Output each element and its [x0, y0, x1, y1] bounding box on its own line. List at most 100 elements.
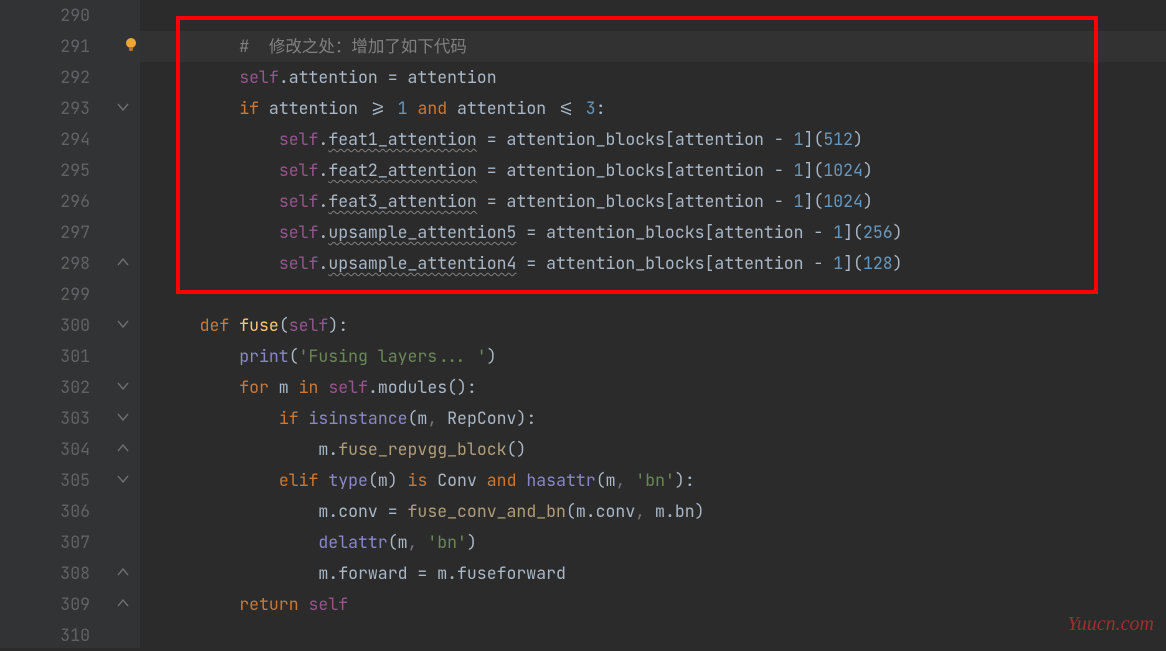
token: = attention_blocks[attention -	[477, 128, 794, 150]
token-keyword: return	[239, 593, 298, 615]
code-area[interactable]: # 修改之处：增加了如下代码 self.attention = attentio…	[140, 0, 1166, 648]
token-self: self	[279, 190, 319, 212]
line-number: 291	[0, 31, 90, 62]
token: .modules():	[368, 376, 477, 398]
token	[299, 593, 309, 615]
token: .	[318, 128, 328, 150]
code-line[interactable]: if attention >= 1 and attention <= 3:	[140, 93, 1166, 124]
token: >=	[368, 97, 388, 119]
token: = attention_blocks[attention -	[516, 221, 833, 243]
code-line[interactable]: elif type(m) is Conv and hasattr(m, 'bn'…	[140, 465, 1166, 496]
code-line[interactable]: m.fuse_repvgg_block()	[140, 434, 1166, 465]
token: (	[279, 314, 289, 336]
line-number: 309	[0, 589, 90, 620]
token: )	[863, 190, 873, 212]
token	[229, 314, 239, 336]
token: :	[596, 97, 606, 119]
line-number: 294	[0, 124, 90, 155]
line-number: 297	[0, 217, 90, 248]
token-funcname: fuse	[239, 314, 279, 336]
token: )	[893, 252, 903, 274]
token: ](	[804, 190, 824, 212]
fold-open-icon[interactable]	[116, 472, 130, 486]
code-editor[interactable]: 290 291 292 293 294 295 296 297 298 299 …	[0, 0, 1166, 648]
code-line[interactable]: print('Fusing layers... ')	[140, 341, 1166, 372]
token: ](	[843, 221, 863, 243]
code-line[interactable]: self.attention = attention	[140, 62, 1166, 93]
token: (m	[408, 407, 428, 429]
token: (m.conv	[566, 500, 635, 522]
token-attr: upsample_attention4	[328, 252, 516, 274]
lightbulb-icon[interactable]	[122, 36, 140, 54]
code-line[interactable]: if isinstance(m, RepConv):	[140, 403, 1166, 434]
code-line[interactable]: self.upsample_attention5 = attention_blo…	[140, 217, 1166, 248]
token-keyword: elif	[279, 469, 319, 491]
token: ):	[328, 314, 348, 336]
token: (	[289, 345, 299, 367]
token	[388, 97, 398, 119]
token-self: self	[279, 221, 319, 243]
line-number: 304	[0, 434, 90, 465]
code-line[interactable]	[140, 620, 1166, 651]
line-number: 300	[0, 310, 90, 341]
fold-open-icon[interactable]	[116, 379, 130, 393]
token: (m	[388, 531, 408, 553]
token-keyword: is	[408, 469, 428, 491]
token: = attention_blocks[attention -	[477, 190, 794, 212]
fold-open-icon[interactable]	[116, 100, 130, 114]
code-line[interactable]: # 修改之处：增加了如下代码	[140, 31, 1166, 62]
fold-close-icon[interactable]	[116, 255, 130, 269]
token-attr: feat3_attention	[328, 190, 477, 212]
token-attr: upsample_attention5	[328, 221, 516, 243]
token: attention	[259, 97, 368, 119]
fold-close-icon[interactable]	[116, 565, 130, 579]
token: ](	[804, 159, 824, 181]
code-line[interactable]: self.upsample_attention4 = attention_blo…	[140, 248, 1166, 279]
code-line[interactable]: return self	[140, 589, 1166, 620]
fold-open-icon[interactable]	[116, 317, 130, 331]
token-number: 1024	[823, 190, 863, 212]
token-number: 1	[833, 252, 843, 274]
code-line[interactable]: self.feat3_attention = attention_blocks[…	[140, 186, 1166, 217]
code-line[interactable]: def fuse(self):	[140, 310, 1166, 341]
code-line[interactable]: for m in self.modules():	[140, 372, 1166, 403]
token-keyword: def	[200, 314, 230, 336]
line-number: 299	[0, 279, 90, 310]
line-number: 293	[0, 93, 90, 124]
token-number: 128	[863, 252, 893, 274]
token: m.forward = m.fuseforward	[318, 562, 566, 584]
token: )	[487, 345, 497, 367]
token: <=	[556, 97, 576, 119]
token-self: self	[309, 593, 349, 615]
code-line[interactable]	[140, 0, 1166, 31]
token-keyword: for	[239, 376, 269, 398]
watermark-text: Yuucn.com	[1068, 609, 1154, 640]
fold-open-icon[interactable]	[116, 410, 130, 424]
code-line[interactable]: self.feat1_attention = attention_blocks[…	[140, 124, 1166, 155]
code-line[interactable]: m.conv = fuse_conv_and_bn(m.conv, m.bn)	[140, 496, 1166, 527]
fold-close-icon[interactable]	[116, 596, 130, 610]
line-number-gutter: 290 291 292 293 294 295 296 297 298 299 …	[0, 0, 112, 648]
code-line[interactable]: self.feat2_attention = attention_blocks[…	[140, 155, 1166, 186]
line-number: 307	[0, 527, 90, 558]
token-number: 1	[794, 128, 804, 150]
code-line[interactable]: delattr(m, 'bn')	[140, 527, 1166, 558]
token-self: self	[279, 159, 319, 181]
line-number: 310	[0, 620, 90, 651]
line-number: 292	[0, 62, 90, 93]
code-line[interactable]: m.forward = m.fuseforward	[140, 558, 1166, 589]
code-line[interactable]	[140, 279, 1166, 310]
token: = attention_blocks[attention -	[477, 159, 794, 181]
line-number: 290	[0, 0, 90, 31]
token-string: 'bn'	[635, 469, 675, 491]
line-number: 301	[0, 341, 90, 372]
fold-close-icon[interactable]	[116, 441, 130, 455]
token: )	[853, 128, 863, 150]
line-number: 298	[0, 248, 90, 279]
token-self: self	[279, 128, 319, 150]
token-keyword: and	[487, 469, 517, 491]
token	[516, 469, 526, 491]
token: ,	[408, 531, 428, 553]
token	[576, 97, 586, 119]
token: Conv	[427, 469, 486, 491]
